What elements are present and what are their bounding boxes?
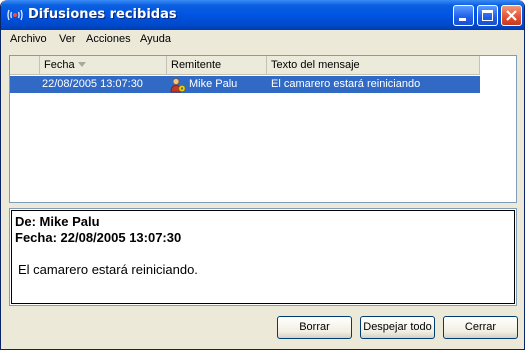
broadcast-list[interactable]: Fecha Remitente Texto del mensaje 22/08/… <box>9 55 517 203</box>
menu-bar: Archivo Ver Acciones Ayuda <box>4 30 523 49</box>
maximize-button[interactable] <box>477 5 498 26</box>
message-preview-frame: De: Mike Palu Fecha: 22/08/2005 13:07:30… <box>11 210 515 304</box>
column-header-remitente[interactable]: Remitente <box>167 56 267 74</box>
menu-acciones[interactable]: Acciones <box>86 33 131 45</box>
menu-ver[interactable]: Ver <box>59 33 76 45</box>
cell-texto: El camarero estará reiniciando <box>271 78 421 90</box>
column-texto-label: Texto del mensaje <box>271 59 360 71</box>
broadcast-icon <box>7 9 23 21</box>
broadcasts-window: Difusiones recibidas Archivo Ver Accione… <box>0 0 525 350</box>
maximize-icon <box>482 10 493 21</box>
preview-body: El camarero estará reiniciando. <box>18 262 198 277</box>
column-fecha-label: Fecha <box>44 59 75 71</box>
table-row[interactable]: 22/08/2005 13:07:30 Mike Palu El camarer… <box>10 76 480 93</box>
column-header-texto[interactable]: Texto del mensaje <box>267 56 480 74</box>
column-header-fecha[interactable]: Fecha <box>40 56 167 74</box>
clear-all-button[interactable]: Despejar todo <box>360 316 435 339</box>
cell-fecha: 22/08/2005 13:07:30 <box>42 78 143 90</box>
message-preview[interactable]: De: Mike Palu Fecha: 22/08/2005 13:07:30… <box>9 208 517 306</box>
close-button[interactable] <box>501 5 522 26</box>
close-window-button[interactable]: Cerrar <box>443 316 518 339</box>
sort-down-icon <box>78 62 86 67</box>
column-remitente-label: Remitente <box>171 59 222 71</box>
menu-archivo[interactable]: Archivo <box>10 33 47 45</box>
user-icon <box>170 78 186 93</box>
menu-ayuda[interactable]: Ayuda <box>140 33 171 45</box>
cell-remitente: Mike Palu <box>189 78 238 90</box>
window-title: Difusiones recibidas <box>28 7 177 22</box>
preview-from: De: Mike Palu <box>15 214 100 229</box>
close-icon <box>506 10 517 21</box>
delete-button[interactable]: Borrar <box>277 316 352 339</box>
minimize-icon <box>459 18 466 21</box>
column-header-blank[interactable] <box>10 56 40 74</box>
list-header: Fecha Remitente Texto del mensaje <box>10 56 480 75</box>
preview-date: Fecha: 22/08/2005 13:07:30 <box>15 230 182 245</box>
title-bar[interactable]: Difusiones recibidas <box>1 0 524 30</box>
minimize-button[interactable] <box>453 5 474 26</box>
